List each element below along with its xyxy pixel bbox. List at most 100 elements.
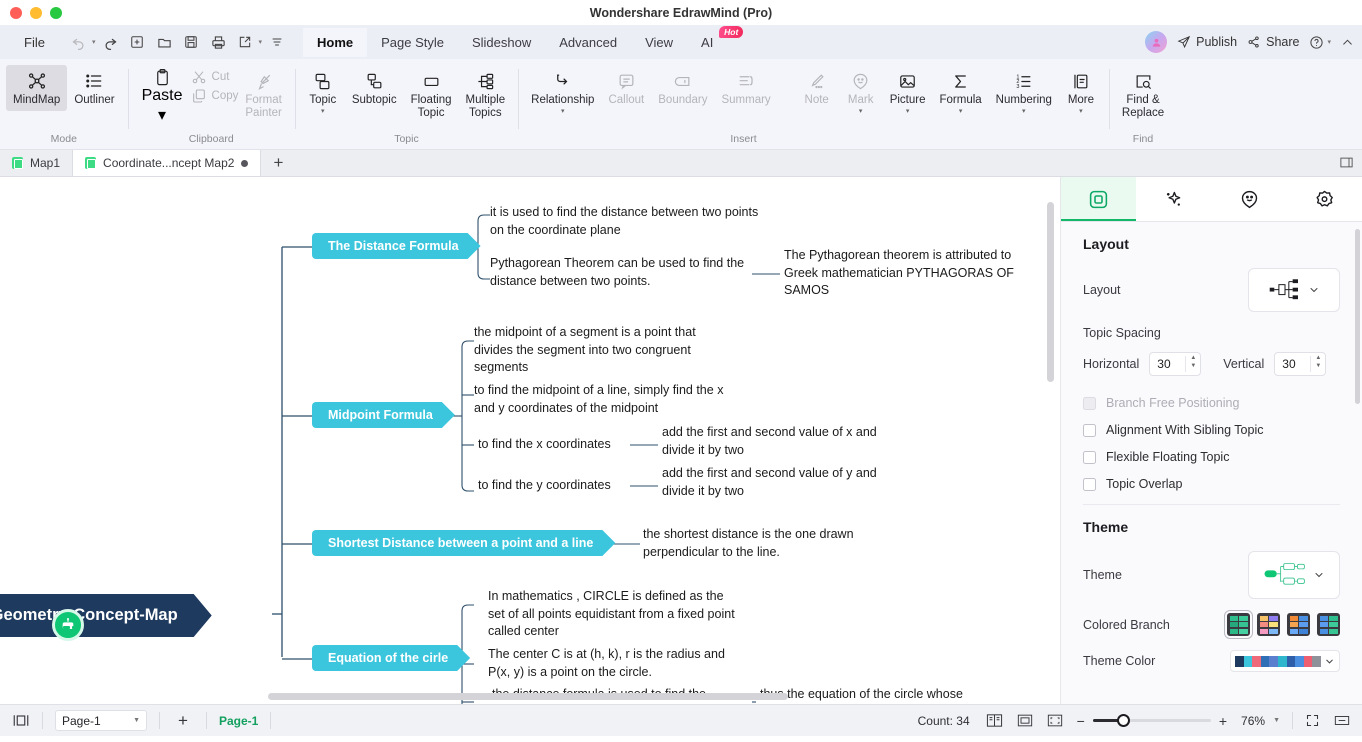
mindmap-canvas[interactable]: e-Geometry-Concept-Map The Distance Form… (0, 177, 1060, 704)
fit-width-icon[interactable] (1334, 713, 1350, 728)
ribbon-button-summary[interactable]: Summary (714, 65, 777, 107)
ribbon-button-multiple-topics[interactable]: Multiple Topics (459, 65, 513, 120)
fit-page-icon[interactable] (1017, 713, 1033, 728)
checkbox-icon[interactable] (1083, 396, 1096, 410)
share-button[interactable]: Share (1247, 35, 1299, 49)
mindmap-subtopic[interactable]: add the first and second value of x and … (662, 424, 902, 459)
mindmap-topic-equation-circle[interactable]: Equation of the cirle (312, 645, 470, 671)
mindmap-topic-distance-formula[interactable]: The Distance Formula (312, 233, 481, 259)
ribbon-button-picture[interactable]: Picture ▾ (883, 65, 933, 116)
mindmap-topic-midpoint-formula[interactable]: Midpoint Formula (312, 402, 455, 428)
stepper-arrows[interactable]: ▲ ▼ (1190, 355, 1196, 369)
paste-dropdown-icon[interactable]: ▾ (158, 105, 166, 125)
theme-select[interactable] (1248, 551, 1340, 599)
checkbox-branch-free-positioning[interactable]: Branch Free Positioning (1083, 396, 1340, 410)
tab-page-style[interactable]: Page Style (367, 28, 458, 57)
ribbon-button-callout[interactable]: Callout (601, 65, 651, 107)
maximize-window-button[interactable] (50, 7, 62, 19)
checkbox-icon[interactable] (1083, 450, 1096, 464)
open-icon[interactable] (152, 30, 176, 54)
canvas-horizontal-scrollbar[interactable] (268, 693, 788, 700)
ribbon-button-floating-topic[interactable]: Floating Topic (404, 65, 459, 120)
print-icon[interactable] (206, 30, 230, 54)
panel-tab-settings[interactable] (1287, 177, 1362, 221)
zoom-slider-handle[interactable] (1116, 714, 1130, 727)
colored-branch-option-blue-green[interactable] (1317, 613, 1340, 636)
redo-icon[interactable] (98, 30, 122, 54)
page-select[interactable]: Page-1 ▼ (55, 710, 147, 731)
panel-tab-ai[interactable] (1136, 177, 1211, 221)
mindmap-subtopic[interactable]: to find the x coordinates (478, 436, 658, 454)
ribbon-button-more[interactable]: More ▾ (1059, 65, 1103, 116)
topic-dropdown-icon[interactable]: ▾ (321, 108, 325, 116)
close-window-button[interactable] (10, 7, 22, 19)
ribbon-button-mark[interactable]: Mark ▾ (839, 65, 883, 116)
chevron-down-icon[interactable] (1308, 284, 1320, 296)
ribbon-button-relationship[interactable]: Relationship ▾ (524, 65, 601, 116)
ribbon-button-boundary[interactable]: Boundary (651, 65, 714, 107)
mindmap-subtopic[interactable]: to find the midpoint of a line, simply f… (474, 382, 727, 417)
collapse-ribbon-button[interactable] (1341, 36, 1354, 49)
layout-select[interactable] (1248, 268, 1340, 312)
add-page-button[interactable]: + (172, 711, 194, 731)
numbering-dropdown-icon[interactable]: ▾ (1022, 108, 1026, 116)
checkbox-topic-overlap[interactable]: Topic Overlap (1083, 477, 1340, 491)
fullscreen-icon[interactable] (1047, 713, 1063, 728)
colored-branch-option-green[interactable] (1224, 610, 1253, 639)
split-view-icon[interactable] (986, 713, 1003, 728)
minimize-window-button[interactable] (30, 7, 42, 19)
zoom-level-label[interactable]: 76% (1241, 714, 1265, 728)
stepper-arrows[interactable]: ▲ ▼ (1315, 355, 1321, 369)
window-controls[interactable] (10, 7, 62, 19)
ribbon-button-note[interactable]: Note (795, 65, 839, 107)
mindmap-subtopic[interactable]: Pythagorean Theorem can be used to find … (490, 255, 752, 290)
tab-home[interactable]: Home (302, 27, 368, 57)
add-document-tab-button[interactable]: + (261, 150, 295, 176)
zoom-in-button[interactable]: + (1219, 713, 1227, 729)
zoom-slider[interactable] (1092, 714, 1211, 727)
chevron-down-icon[interactable] (1324, 656, 1335, 667)
fit-screen-icon[interactable] (1305, 713, 1320, 728)
mindmap-topic-shortest-distance[interactable]: Shortest Distance between a point and a … (312, 530, 615, 556)
checkbox-alignment-with-sibling-topic[interactable]: Alignment With Sibling Topic (1083, 423, 1340, 437)
checkbox-flexible-floating-topic[interactable]: Flexible Floating Topic (1083, 450, 1340, 464)
mindmap-subtopic[interactable]: it is used to find the distance between … (490, 204, 760, 239)
colored-branch-option-pastel[interactable] (1257, 613, 1280, 636)
mindmap-subtopic[interactable]: to find the y coordinates (478, 477, 658, 495)
mindmap-subtopic[interactable]: the shortest distance is the one drawn p… (643, 526, 893, 561)
ai-robot-icon[interactable] (52, 609, 84, 641)
ribbon-button-mindmap[interactable]: MindMap (6, 65, 68, 111)
ribbon-button-topic[interactable]: Topic ▾ (301, 65, 345, 116)
document-tab-coordinate-map2[interactable]: Coordinate...ncept Map2 (73, 150, 262, 176)
ribbon-button-cut[interactable]: Cut (191, 69, 239, 85)
mark-dropdown-icon[interactable]: ▾ (859, 108, 863, 116)
tab-slideshow[interactable]: Slideshow (458, 28, 545, 57)
undo-icon[interactable] (67, 30, 91, 54)
more-dropdown-icon[interactable]: ▾ (1079, 108, 1083, 116)
relationship-dropdown-icon[interactable]: ▾ (561, 108, 565, 116)
help-button[interactable]: ▾ (1309, 35, 1331, 50)
zoom-out-button[interactable]: − (1077, 713, 1085, 729)
mindmap-subtopic[interactable]: thus the equation of the circle whose (760, 686, 990, 704)
help-dropdown-icon[interactable]: ▾ (1327, 38, 1331, 46)
panel-tab-layout[interactable] (1061, 177, 1137, 221)
file-menu[interactable]: File (12, 32, 57, 53)
ribbon-button-formula[interactable]: Formula ▾ (932, 65, 988, 116)
ribbon-button-find-replace[interactable]: Find & Replace (1115, 65, 1171, 120)
customize-toolbar-icon[interactable] (265, 30, 289, 54)
checkbox-icon[interactable] (1083, 423, 1096, 437)
tab-overflow-button[interactable] (1339, 155, 1354, 170)
ribbon-button-numbering[interactable]: 123 Numbering ▾ (989, 65, 1059, 116)
ribbon-button-format-painter[interactable]: Format Painter (238, 65, 288, 120)
tab-advanced[interactable]: Advanced (545, 28, 631, 57)
mindmap-subtopic[interactable]: In mathematics , CIRCLE is defined as th… (488, 588, 742, 641)
tab-view[interactable]: View (631, 28, 687, 57)
formula-dropdown-icon[interactable]: ▾ (959, 108, 963, 116)
panel-tab-style[interactable] (1212, 177, 1287, 221)
ribbon-button-paste[interactable]: Paste ▾ (134, 65, 191, 125)
export-dropdown-icon[interactable]: ▾ (258, 38, 262, 46)
export-icon[interactable] (233, 30, 257, 54)
theme-color-select[interactable] (1230, 650, 1340, 672)
mindmap-subtopic[interactable]: add the first and second value of y and … (662, 465, 902, 500)
panel-vertical-scrollbar[interactable] (1355, 229, 1360, 404)
